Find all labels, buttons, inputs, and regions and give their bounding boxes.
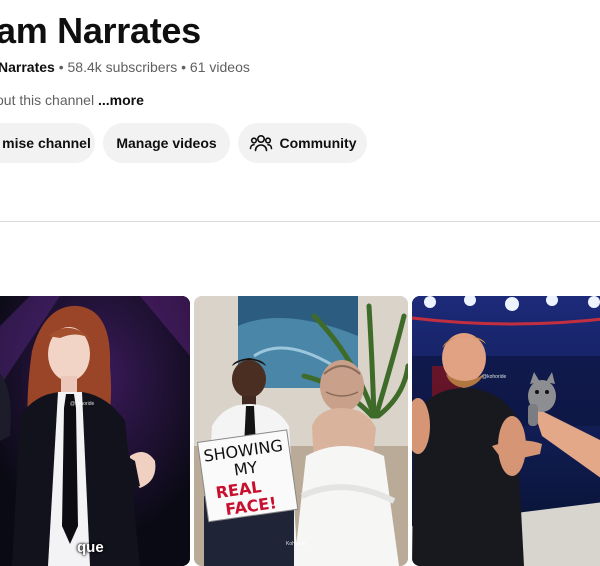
couple-sign-image: SHOWING MY REAL FACE!	[194, 296, 408, 566]
video-thumbnail-3[interactable]: @kohoride	[412, 296, 600, 566]
customise-channel-label: mise channel	[2, 135, 91, 151]
customise-channel-button[interactable]: mise channel	[0, 123, 95, 163]
video-watermark: @kohoride	[70, 401, 95, 407]
channel-meta: Narrates • 58.4k subscribers • 61 videos	[0, 59, 250, 75]
community-button[interactable]: Community	[238, 123, 367, 163]
manage-videos-label: Manage videos	[116, 135, 217, 151]
community-label: Community	[279, 135, 357, 151]
video-count: 61 videos	[189, 59, 250, 75]
strongman-kitten-image	[412, 296, 600, 566]
about-text: out this channel	[0, 92, 95, 108]
video-caption: que	[77, 539, 104, 556]
subscriber-count: 58.4k subscribers	[67, 59, 178, 75]
section-divider	[0, 221, 600, 222]
community-icon	[249, 135, 272, 152]
video-thumbnail-2[interactable]: SHOWING MY REAL FACE! Kohoride	[194, 296, 408, 566]
video-watermark: @kohoride	[482, 374, 507, 380]
video-thumbnail-1[interactable]: @kohoride	[0, 296, 190, 566]
channel-handle[interactable]: Narrates	[0, 59, 55, 75]
stage-performer-image	[0, 296, 190, 566]
manage-videos-button[interactable]: Manage videos	[103, 123, 230, 163]
channel-description[interactable]: out this channel ...more	[0, 92, 144, 108]
meta-separator: •	[58, 59, 64, 75]
channel-title: am Narrates	[0, 10, 201, 51]
meta-separator: •	[181, 59, 187, 75]
sign-text-line-2: MY	[233, 457, 259, 479]
video-watermark: Kohoride	[286, 541, 307, 547]
more-link[interactable]: ...more	[98, 92, 144, 108]
